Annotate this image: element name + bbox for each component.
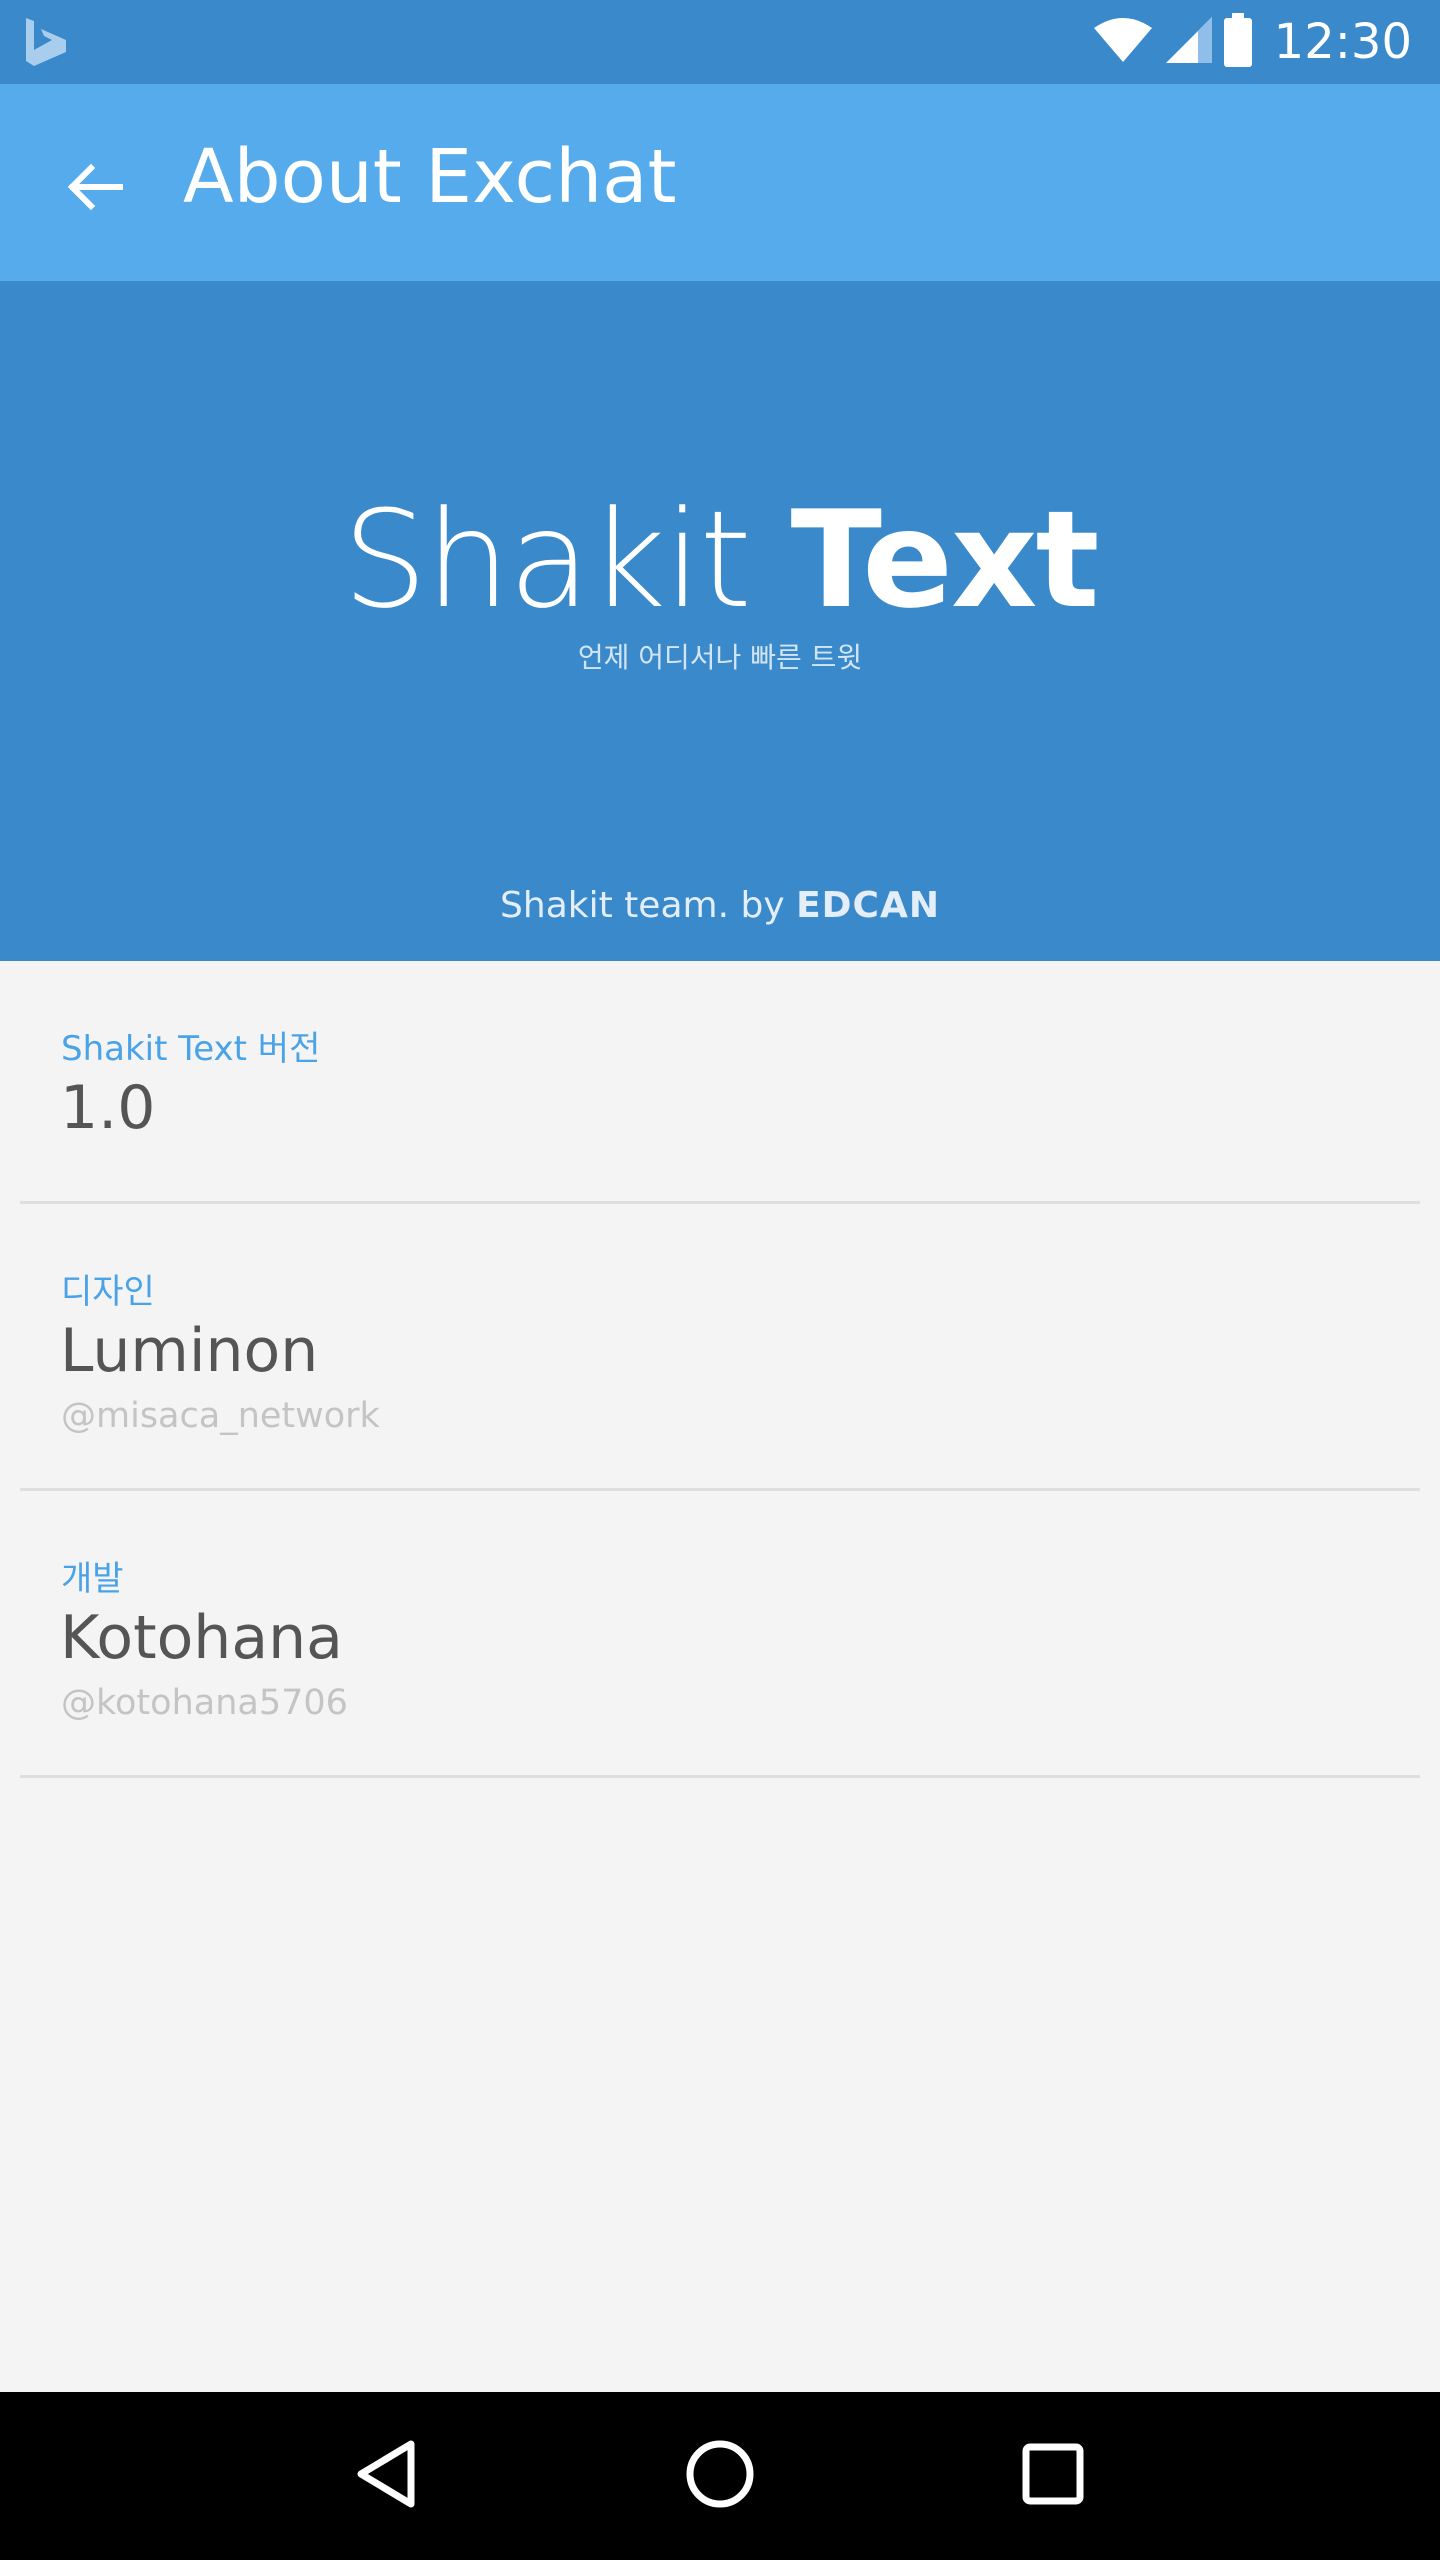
- nav-back-button[interactable]: [327, 2416, 447, 2536]
- developer-handle: @kotohana5706: [61, 1683, 348, 1723]
- back-triangle-icon: [355, 2438, 419, 2514]
- about-screen: 12:30 About Exchat Shakit Text 언제 어디서나 빠…: [0, 0, 1440, 2560]
- developer-name: Kotohana: [60, 1603, 343, 1673]
- status-time: 12:30: [1273, 14, 1412, 70]
- designer-name: Luminon: [60, 1316, 319, 1386]
- list-item-development[interactable]: 개발 Kotohana @kotohana5706: [20, 1491, 1420, 1778]
- team-credit: Shakit team. by EDCAN: [0, 885, 1440, 926]
- logo-title-bold: Text: [790, 482, 1100, 638]
- arrow-back-icon: [67, 163, 124, 215]
- app-logo-title: Shakit Text: [0, 493, 1440, 627]
- system-nav-bar: [0, 2392, 1440, 2560]
- team-credit-prefix: Shakit team. by: [500, 885, 797, 926]
- edcan-logo: EDCAN: [796, 885, 940, 926]
- hero-banner: Shakit Text 언제 어디서나 빠른 트윗 Shakit team. b…: [0, 281, 1440, 961]
- wifi-icon: [1092, 16, 1154, 68]
- status-icons: 12:30: [1092, 0, 1412, 84]
- list-item-version: Shakit Text 버전 1.0: [20, 961, 1420, 1204]
- home-circle-icon: [684, 2438, 756, 2514]
- nav-recents-button[interactable]: [993, 2416, 1113, 2536]
- version-value: 1.0: [60, 1073, 156, 1143]
- bing-icon: [22, 16, 74, 68]
- design-label: 디자인: [61, 1272, 155, 1312]
- app-bar: About Exchat: [0, 84, 1440, 281]
- recents-square-icon: [1021, 2442, 1085, 2510]
- app-tagline: 언제 어디서나 빠른 트윗: [577, 641, 863, 674]
- logo-title-light: Shakit: [342, 482, 791, 638]
- list-item-design[interactable]: 디자인 Luminon @misaca_network: [20, 1204, 1420, 1491]
- battery-icon: [1223, 13, 1252, 71]
- signal-icon: [1164, 15, 1214, 69]
- version-label: Shakit Text 버전: [61, 1029, 321, 1069]
- nav-home-button[interactable]: [660, 2416, 780, 2536]
- page-title: About Exchat: [183, 134, 677, 220]
- designer-handle: @misaca_network: [61, 1396, 380, 1436]
- back-button[interactable]: [52, 146, 138, 232]
- info-list: Shakit Text 버전 1.0 디자인 Luminon @misaca_n…: [0, 961, 1440, 1778]
- development-label: 개발: [61, 1559, 124, 1599]
- status-bar: 12:30: [0, 0, 1440, 84]
